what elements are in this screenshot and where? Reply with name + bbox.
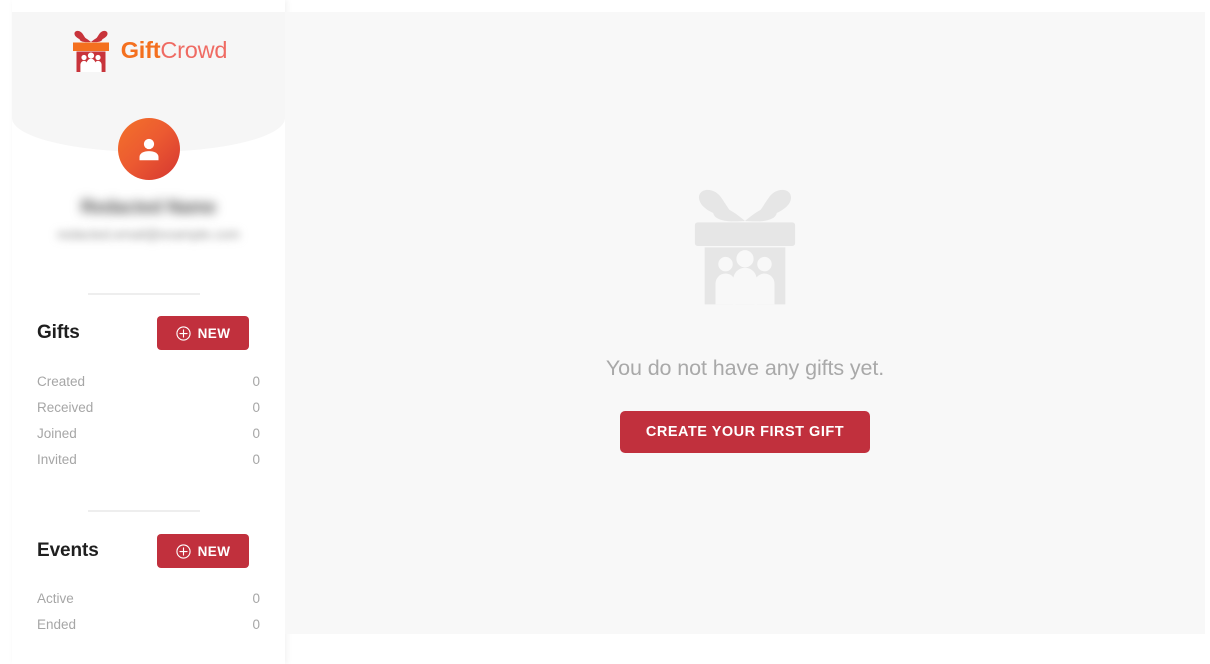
brand-name-crowd: Crowd: [160, 37, 228, 64]
stat-row-joined: Joined 0: [37, 426, 260, 452]
brand-logo-text: GiftCrowd: [121, 39, 228, 63]
stat-row-received: Received 0: [37, 400, 260, 426]
new-event-button-label: NEW: [197, 543, 231, 559]
stat-value: 0: [252, 400, 260, 415]
stat-label: Received: [37, 400, 94, 415]
stat-row-active: Active 0: [37, 591, 260, 617]
stat-label: Active: [37, 591, 74, 606]
gift-crowd-logo-icon: [72, 30, 109, 72]
section-title-gifts: Gifts: [37, 322, 80, 343]
avatar[interactable]: [117, 118, 180, 180]
new-event-button[interactable]: NEW: [157, 534, 249, 568]
sidebar: GiftCrowd Redacted Name redacted.email@e…: [12, 0, 285, 664]
section-header-events: Events NEW: [12, 534, 285, 574]
section-title-events: Events: [37, 540, 99, 561]
stat-row-ended: Ended 0: [37, 617, 260, 643]
user-avatar-icon: [139, 138, 158, 161]
divider: [88, 510, 200, 512]
new-gift-button-label: NEW: [197, 325, 231, 341]
plus-circle-icon: [176, 325, 191, 341]
stat-row-created: Created 0: [37, 374, 260, 400]
user-name: Redacted Name: [80, 197, 217, 217]
stat-value: 0: [252, 591, 260, 606]
user-email: redacted.email@example.com: [57, 227, 240, 242]
plus-circle-icon: [176, 543, 191, 559]
empty-state: You do not have any gifts yet. CREATE YO…: [285, 12, 1205, 634]
empty-state-message: You do not have any gifts yet.: [605, 356, 885, 380]
stat-row-invited: Invited 0: [37, 452, 260, 478]
section-header-gifts: Gifts NEW: [12, 316, 285, 356]
app-root: GiftCrowd Redacted Name redacted.email@e…: [0, 0, 1210, 664]
brand-logo[interactable]: GiftCrowd: [12, 28, 285, 74]
gift-crowd-placeholder-icon: [694, 189, 796, 305]
stat-value: 0: [252, 452, 260, 467]
new-gift-button[interactable]: NEW: [157, 316, 249, 350]
stat-value: 0: [252, 617, 260, 632]
divider: [88, 293, 200, 295]
stat-label: Invited: [37, 452, 77, 467]
stat-label: Ended: [37, 617, 77, 632]
stat-value: 0: [252, 374, 260, 389]
brand-name-gift: Gift: [120, 37, 161, 64]
stat-value: 0: [252, 426, 260, 441]
stat-label: Created: [37, 374, 86, 389]
stat-label: Joined: [37, 426, 77, 441]
main-content: You do not have any gifts yet. CREATE YO…: [285, 12, 1205, 634]
create-first-gift-button[interactable]: CREATE YOUR FIRST GIFT: [619, 411, 871, 453]
